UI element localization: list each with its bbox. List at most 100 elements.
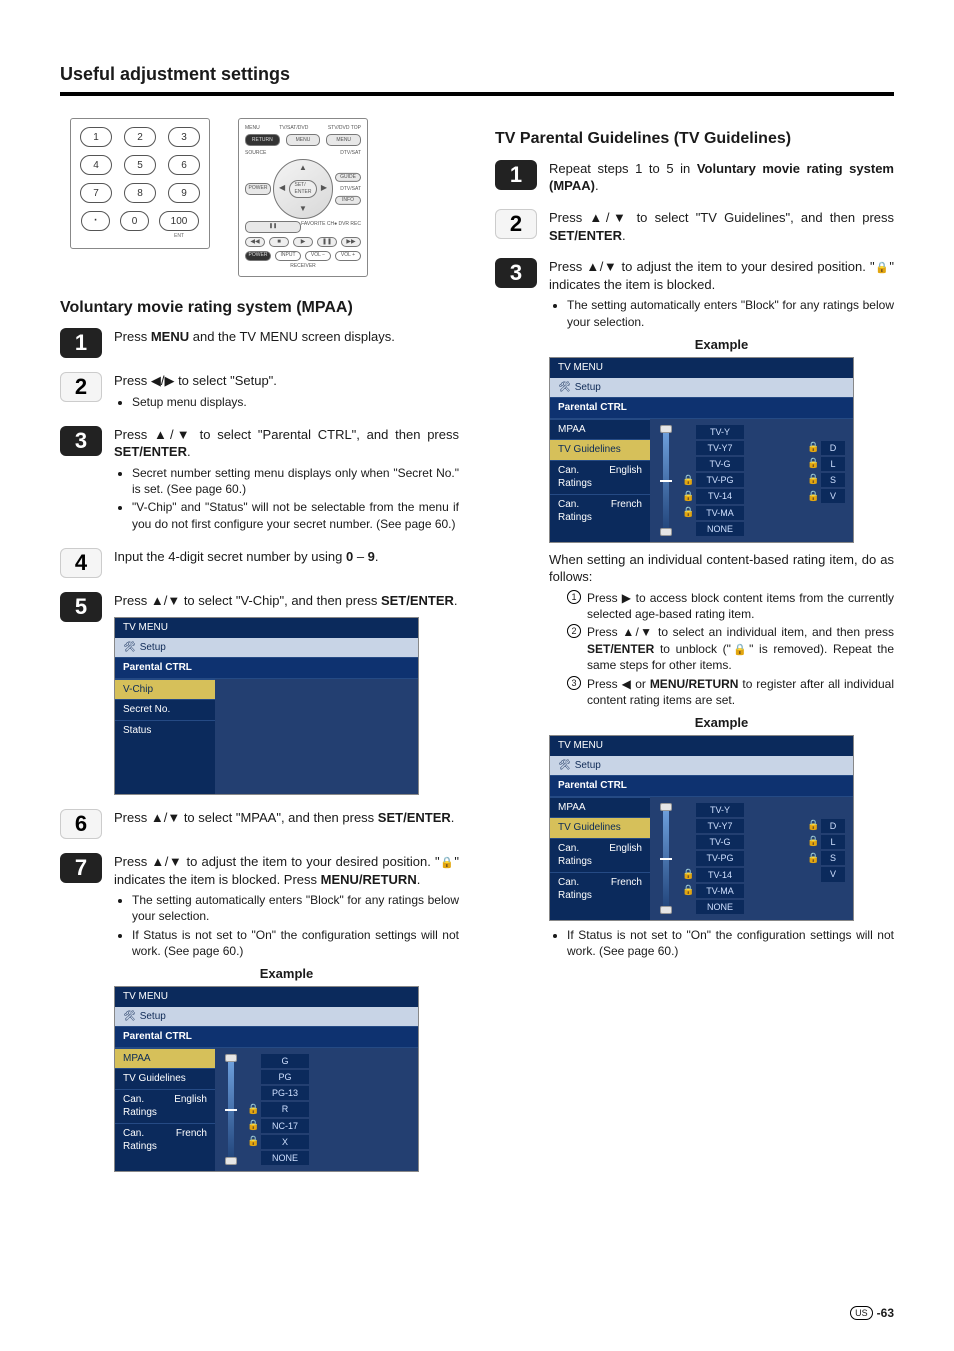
rating-row: V bbox=[807, 867, 845, 881]
page-number-value: -63 bbox=[877, 1306, 894, 1320]
nav-label-dtvsat: DTV/SAT bbox=[340, 150, 361, 157]
bullet: If Status is not set to "On" the configu… bbox=[567, 927, 894, 959]
key-6: 6 bbox=[168, 155, 200, 175]
tv-menu-tvg-a: TV MENU Setup Parental CTRL MPAA TV Guid… bbox=[549, 357, 854, 542]
key-8: 8 bbox=[124, 183, 156, 203]
lock-icon: 🔒 bbox=[807, 835, 817, 849]
rating-row: TV-Y bbox=[682, 425, 799, 439]
rating-label: TV-PG bbox=[696, 851, 744, 865]
text: to select "Parental CTRL", and then pres… bbox=[193, 427, 459, 442]
rating-label: L bbox=[821, 457, 845, 471]
rating-label: NONE bbox=[696, 522, 744, 536]
remote-numpad: 1 2 3 4 5 6 7 8 9 · 0 100 bbox=[70, 118, 210, 249]
rating-row: NONE bbox=[682, 522, 799, 536]
rating-row: 🔒L bbox=[807, 835, 845, 849]
example-label: Example bbox=[114, 965, 459, 983]
right-step-3: 3 Press ▲/▼ to adjust the item to your d… bbox=[495, 258, 894, 961]
menu-item: Status bbox=[115, 720, 215, 741]
arrow-icon: ▲/▼ bbox=[151, 810, 180, 825]
rating-row: 🔒S bbox=[807, 851, 845, 865]
tv-menu-tab: Setup bbox=[115, 1007, 418, 1027]
slider-thumb-icon bbox=[225, 1054, 237, 1062]
lock-icon: 🔒 bbox=[682, 884, 692, 898]
step-bubble: 2 bbox=[495, 209, 537, 239]
lock-icon bbox=[731, 642, 749, 656]
slider-thumb-icon bbox=[660, 528, 672, 536]
tv-menu-tab: Setup bbox=[550, 378, 853, 398]
text: . bbox=[595, 178, 599, 193]
text: Press bbox=[114, 810, 151, 825]
btn-rw: ◀◀ bbox=[245, 237, 265, 247]
rating-label: D bbox=[821, 819, 845, 833]
remote-diagram: 1 2 3 4 5 6 7 8 9 · 0 100 bbox=[70, 118, 459, 276]
example-label: Example bbox=[549, 336, 894, 354]
tv-menu-tab: Setup bbox=[550, 756, 853, 776]
bullet: The setting automatically enters "Block"… bbox=[132, 892, 459, 924]
step-bubble: 1 bbox=[60, 328, 102, 358]
tv-menu-hdr: Parental CTRL bbox=[550, 397, 853, 419]
circled-2-icon: 2 bbox=[567, 624, 581, 638]
rating-label: TV-PG bbox=[696, 473, 744, 487]
slider bbox=[658, 803, 674, 914]
lock-icon: 🔒 bbox=[247, 1135, 257, 1149]
left-step-5: 5 Press ▲/▼ to select "V-Chip", and then… bbox=[60, 592, 459, 795]
text: to unblock (" bbox=[654, 642, 731, 656]
rating-row: 🔒S bbox=[807, 473, 845, 487]
rating-label: R bbox=[261, 1102, 309, 1116]
text: Press bbox=[549, 210, 589, 225]
rating-row: TV-Y bbox=[682, 803, 799, 817]
lock-icon: 🔒 bbox=[682, 868, 692, 882]
clist-3: 3 Press ◀ or MENU/RETURN to register aft… bbox=[567, 676, 894, 708]
btn-return: RETURN bbox=[245, 134, 280, 146]
text: Press bbox=[549, 259, 586, 274]
right-step-1: 1 Repeat steps 1 to 5 in Voluntary movie… bbox=[495, 160, 894, 195]
rating-row: 🔒L bbox=[807, 457, 845, 471]
text: MENU/RETURN bbox=[321, 872, 417, 887]
nav-label-tvsat: TV/SAT/DVD bbox=[279, 125, 308, 132]
rating-row: G bbox=[247, 1054, 410, 1068]
btn-play: ▶ bbox=[293, 237, 313, 247]
rating-label: V bbox=[821, 489, 845, 503]
step-bubble: 3 bbox=[495, 258, 537, 288]
rating-row: 🔒TV-PG bbox=[682, 473, 799, 487]
slider-tick-icon bbox=[660, 480, 672, 482]
rating-row: NONE bbox=[247, 1151, 410, 1165]
lock-icon bbox=[440, 854, 455, 869]
menu-item: Can. French Ratings bbox=[550, 872, 650, 906]
arrow-icon: ▲/▼ bbox=[154, 427, 193, 442]
page-title: Useful adjustment settings bbox=[60, 62, 894, 86]
slider bbox=[658, 425, 674, 536]
arrow-icon: ▶ bbox=[622, 591, 632, 605]
dpad-up-icon: ▲ bbox=[299, 163, 307, 174]
rating-label: TV-G bbox=[696, 457, 744, 471]
slider-tick-icon bbox=[225, 1109, 237, 1111]
page-rule bbox=[60, 92, 894, 96]
arrow-icon: ◀/▶ bbox=[151, 373, 175, 388]
menu-item: Can. English Ratings bbox=[115, 1089, 215, 1123]
menu-item: Can. French Ratings bbox=[550, 494, 650, 528]
lock-icon: 🔒 bbox=[807, 852, 817, 866]
btn-menu-right: MENU bbox=[326, 134, 361, 146]
rating-row: NONE bbox=[682, 900, 799, 914]
text: Input the 4-digit secret number by using bbox=[114, 549, 346, 564]
rating-label: V bbox=[821, 867, 845, 881]
key-1: 1 bbox=[80, 127, 112, 147]
rating-row: PG bbox=[247, 1070, 410, 1084]
text: Press bbox=[114, 373, 151, 388]
rating-label: TV-Y7 bbox=[696, 441, 744, 455]
text: to select "Setup". bbox=[174, 373, 276, 388]
tv-menu-tvg-b: TV MENU Setup Parental CTRL MPAA TV Guid… bbox=[549, 735, 854, 920]
rating-row: TV-G bbox=[682, 835, 799, 849]
slider-thumb-icon bbox=[225, 1157, 237, 1165]
text: Press bbox=[587, 625, 622, 639]
text: . bbox=[622, 228, 626, 243]
rating-row: TV-Y7 bbox=[682, 819, 799, 833]
lock-icon: 🔒 bbox=[247, 1119, 257, 1133]
left-step-1: 1 Press MENU and the TV MENU screen disp… bbox=[60, 328, 459, 358]
rating-label: L bbox=[821, 835, 845, 849]
rating-label: TV-14 bbox=[696, 489, 744, 503]
btn-menu-mid: MENU bbox=[286, 134, 321, 146]
key-0: 0 bbox=[120, 211, 149, 231]
rating-row: 🔒V bbox=[807, 489, 845, 503]
rating-row: 🔒X bbox=[247, 1135, 410, 1149]
